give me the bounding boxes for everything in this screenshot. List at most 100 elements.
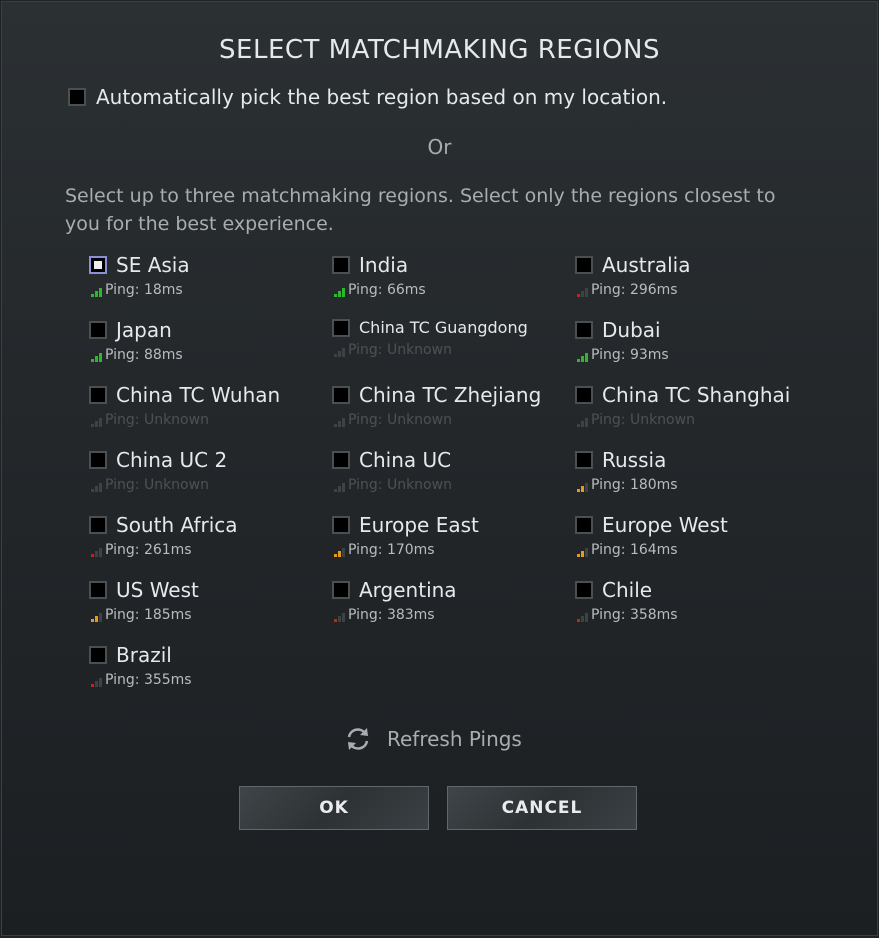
region-option[interactable]: Europe East Ping: 170ms [332, 513, 562, 573]
region-checkbox[interactable] [89, 646, 107, 664]
region-option[interactable]: China TC Shanghai Ping: Unknown [575, 383, 805, 443]
region-option[interactable]: Russia Ping: 180ms [575, 448, 805, 508]
region-option[interactable]: Brazil Ping: 355ms [89, 643, 319, 703]
region-checkbox[interactable] [89, 581, 107, 599]
region-checkbox[interactable] [575, 451, 593, 469]
region-checkbox[interactable] [332, 256, 350, 274]
signal-bars-icon [577, 547, 588, 557]
ping-text: Ping: Unknown [348, 477, 452, 493]
region-name: China TC Guangdong [359, 318, 528, 337]
region-option[interactable]: Australia Ping: 296ms [575, 253, 805, 313]
refresh-icon [347, 728, 369, 750]
region-name: China TC Zhejiang [359, 383, 542, 407]
region-name: Europe East [359, 513, 479, 537]
ping-text: Ping: 66ms [348, 282, 426, 298]
region-ping: Ping: 18ms [91, 283, 319, 297]
signal-bars-icon [91, 547, 102, 557]
ping-text: Ping: 261ms [105, 542, 192, 558]
ping-text: Ping: Unknown [105, 412, 209, 428]
region-checkbox[interactable] [89, 516, 107, 534]
region-name: Dubai [602, 318, 661, 342]
region-option[interactable]: Europe West Ping: 164ms [575, 513, 805, 573]
auto-pick-checkbox[interactable] [68, 88, 86, 106]
region-ping: Ping: Unknown [91, 478, 319, 492]
region-checkbox[interactable] [575, 386, 593, 404]
ping-text: Ping: Unknown [348, 342, 452, 358]
region-option[interactable]: Dubai Ping: 93ms [575, 318, 805, 378]
region-checkbox[interactable] [332, 516, 350, 534]
region-ping: Ping: 383ms [334, 608, 562, 622]
region-checkbox[interactable] [575, 256, 593, 274]
ping-text: Ping: 93ms [591, 347, 669, 363]
region-name: SE Asia [116, 253, 190, 277]
signal-bars-icon [334, 347, 345, 357]
region-checkbox[interactable] [575, 516, 593, 534]
signal-bars-icon [577, 612, 588, 622]
region-option[interactable]: Chile Ping: 358ms [575, 578, 805, 638]
signal-bars-icon [577, 417, 588, 427]
signal-bars-icon [334, 547, 345, 557]
signal-bars-icon [91, 352, 102, 362]
dialog-title: SELECT MATCHMAKING REGIONS [219, 35, 660, 65]
ping-text: Ping: Unknown [105, 477, 209, 493]
region-name: Russia [602, 448, 667, 472]
signal-bars-icon [334, 612, 345, 622]
signal-bars-icon [334, 287, 345, 297]
or-separator: Or [427, 135, 452, 159]
ping-text: Ping: 180ms [591, 477, 678, 493]
signal-bars-icon [91, 482, 102, 492]
region-name: China TC Wuhan [116, 383, 281, 407]
region-checkbox[interactable] [89, 321, 107, 339]
region-name: India [359, 253, 409, 277]
ping-text: Ping: 358ms [591, 607, 678, 623]
ping-text: Ping: Unknown [348, 412, 452, 428]
region-ping: Ping: 88ms [91, 348, 319, 362]
auto-pick-option[interactable]: Automatically pick the best region based… [68, 85, 667, 109]
region-ping: Ping: 185ms [91, 608, 319, 622]
signal-bars-icon [577, 482, 588, 492]
region-checkbox[interactable] [89, 386, 107, 404]
signal-bars-icon [91, 677, 102, 687]
region-checkbox[interactable] [575, 321, 593, 339]
ping-text: Ping: 88ms [105, 347, 183, 363]
auto-pick-label: Automatically pick the best region based… [96, 85, 668, 109]
region-checkbox[interactable] [575, 581, 593, 599]
ping-text: Ping: 383ms [348, 607, 435, 623]
region-name: China UC 2 [116, 448, 228, 472]
ping-text: Ping: 18ms [105, 282, 183, 298]
region-ping: Ping: 164ms [577, 543, 805, 557]
region-option[interactable]: Argentina Ping: 383ms [332, 578, 562, 638]
region-name: China UC [359, 448, 452, 472]
region-name: South Africa [116, 513, 238, 537]
region-checkbox[interactable] [89, 256, 107, 274]
region-checkbox[interactable] [89, 451, 107, 469]
region-option[interactable]: Japan Ping: 88ms [89, 318, 319, 378]
region-option[interactable]: South Africa Ping: 261ms [89, 513, 319, 573]
region-option[interactable]: US West Ping: 185ms [89, 578, 319, 638]
signal-bars-icon [91, 417, 102, 427]
region-ping: Ping: Unknown [334, 413, 562, 427]
ping-text: Ping: 164ms [591, 542, 678, 558]
region-option[interactable]: China UC Ping: Unknown [332, 448, 562, 508]
region-checkbox[interactable] [332, 581, 350, 599]
region-checkbox[interactable] [332, 318, 350, 337]
region-ping: Ping: 93ms [577, 348, 805, 362]
region-option[interactable]: China TC Zhejiang Ping: Unknown [332, 383, 562, 443]
ping-text: Ping: Unknown [591, 412, 695, 428]
region-option[interactable]: China UC 2 Ping: Unknown [89, 448, 319, 508]
region-checkbox[interactable] [332, 451, 350, 469]
region-option[interactable]: SE Asia Ping: 18ms [89, 253, 319, 313]
signal-bars-icon [334, 482, 345, 492]
region-name: US West [116, 578, 199, 602]
region-option[interactable]: India Ping: 66ms [332, 253, 562, 313]
region-checkbox[interactable] [332, 386, 350, 404]
ok-button[interactable]: OK [239, 786, 429, 830]
region-option[interactable]: China TC Wuhan Ping: Unknown [89, 383, 319, 443]
refresh-pings-button[interactable]: Refresh Pings [343, 724, 522, 754]
region-option[interactable]: China TC Guangdong Ping: Unknown [332, 318, 562, 378]
cancel-button[interactable]: CANCEL [447, 786, 637, 830]
region-name: Europe West [602, 513, 728, 537]
region-name: Japan [116, 318, 172, 342]
region-ping: Ping: 261ms [91, 543, 319, 557]
region-ping: Ping: Unknown [334, 343, 562, 357]
